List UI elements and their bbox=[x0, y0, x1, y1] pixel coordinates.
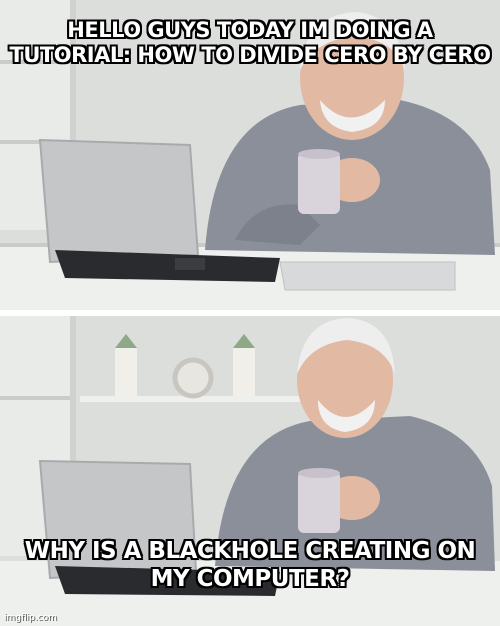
imgflip-watermark: imgflip.com bbox=[4, 613, 57, 623]
bottom-caption: WHY IS A BLACKHOLE CREATING ON MY COMPUT… bbox=[24, 538, 476, 592]
top-caption: HELLO GUYS TODAY IM DOING A TUTORIAL: HO… bbox=[9, 18, 491, 68]
meme-image: HELLO GUYS TODAY IM DOING A TUTORIAL: HO… bbox=[0, 0, 500, 626]
